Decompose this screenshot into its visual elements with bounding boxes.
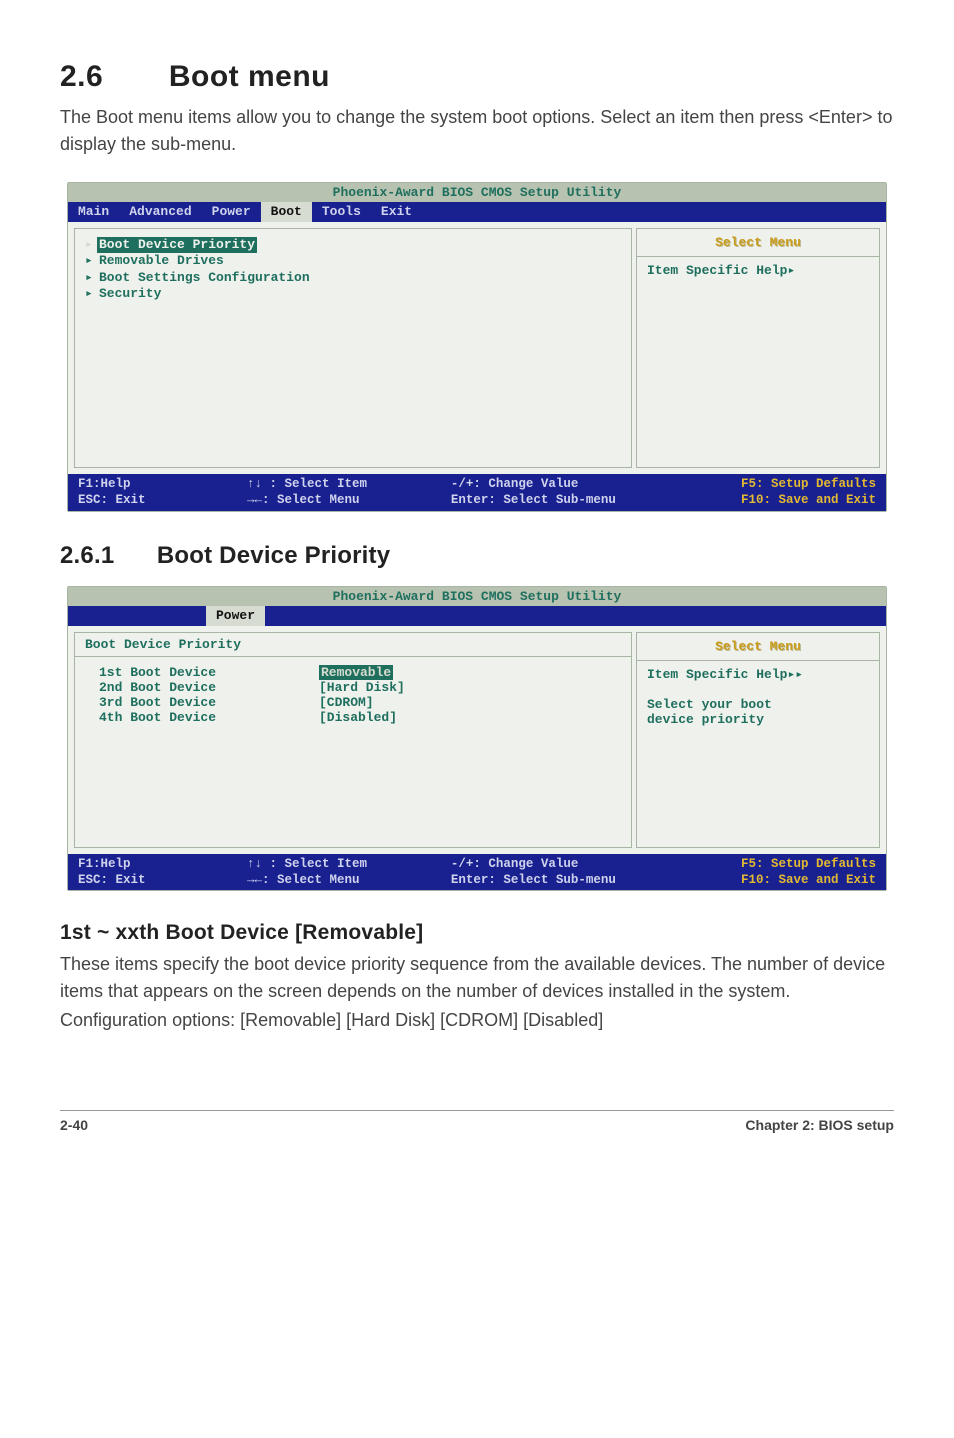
help-panel: Item Specific Help▸▸ Select your boot de…	[636, 661, 880, 848]
subsection-title-text: Boot Device Priority	[157, 542, 390, 569]
help-arrow-icon: ▸	[787, 263, 795, 278]
menu-item-boot-settings-config[interactable]: ▸Boot Settings Configuration	[85, 270, 621, 286]
select-menu-label: Select Menu	[715, 235, 801, 250]
bios-tab-power[interactable]: Power	[202, 202, 261, 222]
bios-screenshot-boot-priority: Phoenix-Award BIOS CMOS Setup Utility Po…	[67, 586, 887, 892]
footer-key-f10: F10: Save and Exit	[741, 493, 876, 507]
page-footer: 2-40 Chapter 2: BIOS setup	[60, 1117, 894, 1133]
footer-key-leftright: →←: Select Menu	[247, 873, 360, 887]
menu-item-label: Removable Drives	[99, 253, 224, 268]
menu-item-boot-device-priority[interactable]: ▸Boot Device Priority	[85, 237, 621, 253]
bios-screenshot-boot-menu: Phoenix-Award BIOS CMOS Setup Utility Ma…	[67, 182, 887, 512]
bios-tab-advanced[interactable]: Advanced	[119, 202, 201, 222]
footer-key-enter: Enter: Select Sub-menu	[451, 873, 616, 887]
bios-tab-power[interactable]: Power	[206, 606, 265, 626]
bios-title: Phoenix-Award BIOS CMOS Setup Utility	[68, 587, 886, 606]
boot-device-value: [Hard Disk]	[319, 680, 621, 695]
menu-item-label: Boot Settings Configuration	[99, 270, 310, 285]
footer-rule	[60, 1110, 894, 1111]
help-label: Item Specific Help	[647, 667, 787, 682]
subsection-heading: 2.6.1 Boot Device Priority	[60, 542, 894, 570]
menu-item-security[interactable]: ▸Security	[85, 286, 621, 302]
boot-device-row-2[interactable]: 2nd Boot Device [Hard Disk]	[99, 680, 621, 695]
section-heading: 2.6 Boot menu	[60, 60, 894, 94]
bios-title: Phoenix-Award BIOS CMOS Setup Utility	[68, 183, 886, 202]
footer-key-updown: ↑↓ : Select Item	[247, 857, 367, 871]
footer-key-plusminus: -/+: Change Value	[451, 477, 579, 491]
bios-footer: F1:Help ESC: Exit ↑↓ : Select Item →←: S…	[68, 854, 886, 891]
menu-item-label: Boot Device Priority	[97, 237, 257, 253]
help-panel: Item Specific Help▸	[636, 257, 880, 468]
help-label: Item Specific Help	[647, 263, 787, 278]
bios-tab-main[interactable]: Main	[68, 202, 119, 222]
boot-device-value: [CDROM]	[319, 695, 621, 710]
option-config-options: Configuration options: [Removable] [Hard…	[60, 1007, 894, 1034]
boot-device-value: Removable	[319, 665, 393, 680]
option-description: These items specify the boot device prio…	[60, 951, 894, 1005]
select-menu-panel: Select Menu	[636, 228, 880, 257]
footer-key-updown: ↑↓ : Select Item	[247, 477, 367, 491]
footer-key-enter: Enter: Select Sub-menu	[451, 493, 616, 507]
footer-key-leftright: →←: Select Menu	[247, 493, 360, 507]
menu-item-label: Security	[99, 286, 161, 301]
boot-device-label: 2nd Boot Device	[99, 680, 319, 695]
bios-tab-exit[interactable]: Exit	[371, 202, 422, 222]
boot-device-label: 1st Boot Device	[99, 665, 319, 680]
submenu-arrow-icon: ▸	[85, 270, 99, 286]
chapter-title: Chapter 2: BIOS setup	[745, 1117, 894, 1133]
bios-footer: F1:Help ESC: Exit ↑↓ : Select Item →←: S…	[68, 474, 886, 511]
select-menu-label: Select Menu	[715, 639, 801, 654]
section-number: 2.6	[60, 60, 160, 94]
submenu-arrow-icon: ▸	[85, 253, 99, 269]
footer-key-f5: F5: Setup Defaults	[741, 857, 876, 871]
subsection-number: 2.6.1	[60, 542, 150, 570]
intro-paragraph: The Boot menu items allow you to change …	[60, 104, 894, 158]
footer-key-esc: ESC: Exit	[78, 873, 146, 887]
boot-device-row-1[interactable]: 1st Boot Device Removable	[99, 665, 621, 680]
section-title-text: Boot menu	[169, 60, 330, 93]
boot-device-label: 4th Boot Device	[99, 710, 319, 725]
footer-key-f1: F1:Help	[78, 477, 131, 491]
bios-tab-bar: Main Advanced Power Boot Tools Exit	[68, 202, 886, 222]
bios-tab-bar: Power	[68, 606, 886, 626]
bios-tab-blank	[126, 606, 206, 626]
boot-device-label: 3rd Boot Device	[99, 695, 319, 710]
footer-key-f1: F1:Help	[78, 857, 131, 871]
footer-key-f10: F10: Save and Exit	[741, 873, 876, 887]
panel-heading: Boot Device Priority	[75, 633, 631, 656]
bios-tab-tools[interactable]: Tools	[312, 202, 371, 222]
bios-tab-blank	[68, 606, 126, 626]
select-menu-panel: Select Menu	[636, 632, 880, 661]
help-body-line1: Select your boot	[647, 697, 772, 712]
help-arrow-icon: ▸▸	[787, 667, 803, 682]
submenu-arrow-icon: ▸	[85, 286, 99, 302]
boot-device-row-3[interactable]: 3rd Boot Device [CDROM]	[99, 695, 621, 710]
footer-key-plusminus: -/+: Change Value	[451, 857, 579, 871]
page-number: 2-40	[60, 1117, 88, 1133]
footer-key-esc: ESC: Exit	[78, 493, 146, 507]
bios-tab-boot[interactable]: Boot	[261, 202, 312, 222]
boot-device-row-4[interactable]: 4th Boot Device [Disabled]	[99, 710, 621, 725]
footer-key-f5: F5: Setup Defaults	[741, 477, 876, 491]
help-body-line2: device priority	[647, 712, 764, 727]
menu-item-removable-drives[interactable]: ▸Removable Drives	[85, 253, 621, 269]
boot-device-value: [Disabled]	[319, 710, 621, 725]
option-heading: 1st ~ xxth Boot Device [Removable]	[60, 921, 894, 945]
